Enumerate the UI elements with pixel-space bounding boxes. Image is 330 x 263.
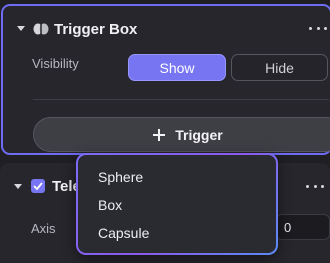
trigger-box-header[interactable]: Trigger Box [3, 19, 330, 41]
checkmark-icon [33, 182, 43, 190]
menu-item-box[interactable]: Box [98, 197, 122, 213]
add-trigger-label: Trigger [175, 126, 223, 143]
visibility-show-button[interactable]: Show [128, 54, 226, 81]
chevron-down-icon[interactable] [17, 26, 25, 31]
axis-label: Axis [31, 221, 56, 236]
menu-item-capsule[interactable]: Capsule [98, 225, 149, 241]
visibility-label: Visibility [32, 56, 79, 71]
trigger-box-icon [33, 23, 49, 35]
visibility-hide-button[interactable]: Hide [231, 54, 328, 81]
chevron-down-icon[interactable] [14, 184, 22, 189]
plus-icon [153, 128, 166, 141]
menu-item-sphere[interactable]: Sphere [98, 169, 143, 185]
divider [33, 99, 329, 100]
add-trigger-button[interactable]: Trigger [33, 117, 330, 152]
trigger-box-title: Trigger Box [54, 21, 138, 38]
more-icon[interactable] [306, 183, 324, 189]
shape-dropdown-menu: Sphere Box Capsule [76, 153, 278, 255]
axis-field-b[interactable]: 0 [276, 214, 330, 240]
inspector-panel: Trigger Box Visibility Show Hide Trigger… [0, 0, 330, 263]
trigger-box-section: Trigger Box Visibility Show Hide Trigger [1, 4, 330, 155]
more-icon[interactable] [309, 25, 327, 31]
teleport-enabled-checkbox[interactable] [31, 179, 45, 193]
